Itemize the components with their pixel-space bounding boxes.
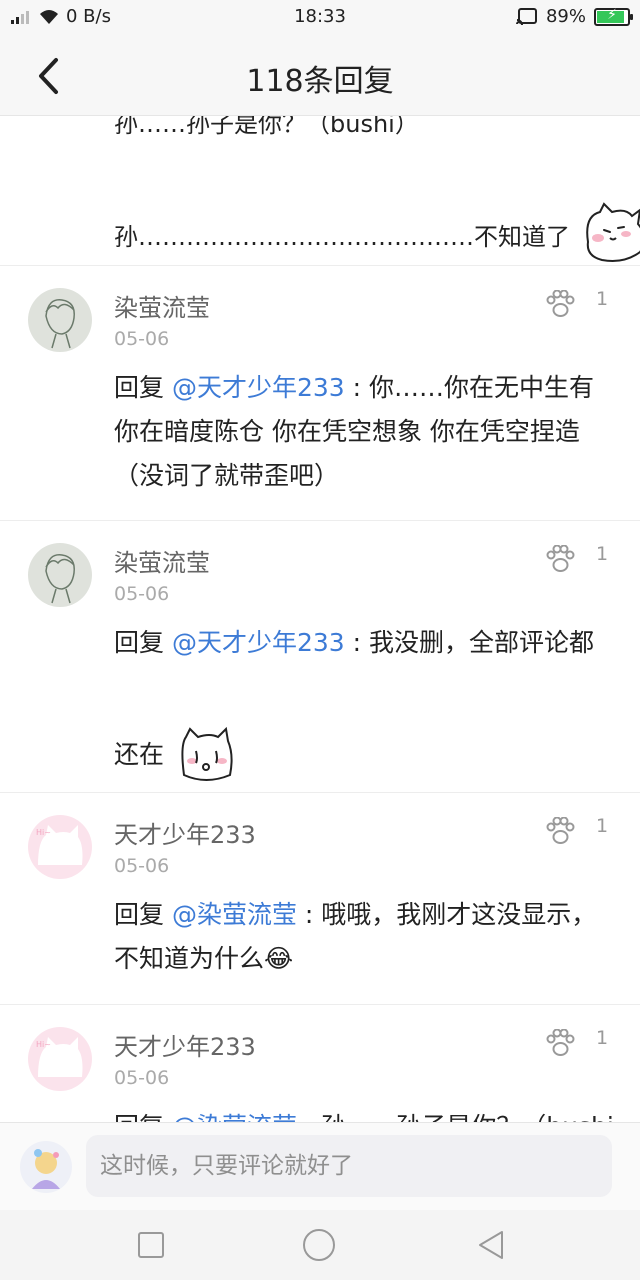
reply-prefix: 回复 <box>114 1112 172 1122</box>
battery-percent: 89% <box>545 6 586 27</box>
comment-text: : 孙……孙子是你？（bushi <box>297 1112 614 1122</box>
avatar[interactable] <box>28 543 92 607</box>
partial-comment-line: 孙……孙子是你？（bushi） <box>114 116 419 138</box>
comment-item: Hi~ 天才少年233 05-06 1 回复 @染萤流莹 : 孙……孙子是你？（… <box>0 1005 640 1122</box>
comment-item: Hi~ 天才少年233 05-06 1 回复 @染萤流莹 : 哦哦，我刚才这没显… <box>0 793 640 1005</box>
user-name[interactable]: 天才少年233 <box>114 1027 256 1062</box>
svg-text:Hi~: Hi~ <box>36 828 51 837</box>
comment-text: 还在 <box>114 740 165 769</box>
comment-date: 05-06 <box>114 328 170 350</box>
comment-body: 回复 @天才少年233 : 你……你在无中生有你在暗度陈仓 你在凭空想象 你在凭… <box>114 366 614 498</box>
comment-text: : 我没删，全部评论都 <box>344 628 594 657</box>
comment-line: 回复 @天才少年233 : 我没删，全部评论都 <box>114 621 614 665</box>
reply-list[interactable]: 孙……孙子是你？（bushi） 孙……………………………………不知道了 染萤流莹… <box>0 116 640 1122</box>
user-name[interactable]: 天才少年233 <box>114 815 256 850</box>
my-avatar[interactable] <box>20 1141 72 1193</box>
comment-date: 05-06 <box>114 855 170 877</box>
comment-date: 05-06 <box>114 1067 170 1089</box>
header: 118条回复 <box>0 34 640 116</box>
comment-date: 05-06 <box>114 583 170 605</box>
cat-sticker-icon <box>586 202 640 262</box>
like-button[interactable] <box>540 813 580 849</box>
svg-text:Hi~: Hi~ <box>36 1040 51 1049</box>
like-count: 1 <box>596 543 609 565</box>
triangle-back-icon <box>479 1231 503 1259</box>
user-name[interactable]: 染萤流莹 <box>114 288 210 323</box>
avatar-cat-icon: Hi~ <box>28 1027 92 1091</box>
page-title: 118条回复 <box>246 64 394 99</box>
status-bar: 0 B/s 18:33 89% ⚡ <box>0 0 640 34</box>
paw-icon <box>546 545 575 572</box>
mention-link[interactable]: @染萤流莹 <box>172 900 297 929</box>
avatar-cat-icon: Hi~ <box>28 815 92 879</box>
partial-comment-text: 孙……………………………………不知道了 <box>114 222 570 251</box>
user-name[interactable]: 染萤流莹 <box>114 543 210 578</box>
comment-item: 染萤流莹 05-06 1 回复 @天才少年233 : 你……你在无中生有你在暗度… <box>0 266 640 521</box>
avatar[interactable]: Hi~ <box>28 815 92 879</box>
comment-body: 回复 @天才少年233 : 我没删，全部评论都 还在 <box>114 621 614 785</box>
laughing-crying-emoji-icon: 😂 <box>264 944 294 973</box>
avatar[interactable]: Hi~ <box>28 1027 92 1091</box>
charging-icon: ⚡ <box>607 6 617 23</box>
avatar-sketch-icon <box>28 543 92 607</box>
square-icon <box>138 1232 164 1258</box>
paw-icon <box>546 1029 575 1056</box>
home-button[interactable] <box>302 1228 336 1262</box>
cat-sticker-icon <box>181 726 233 781</box>
comment-input-bar <box>0 1122 640 1210</box>
partial-comment-line: 孙……………………………………不知道了 <box>114 202 640 266</box>
like-count: 1 <box>596 815 609 837</box>
like-button[interactable] <box>540 286 580 322</box>
mention-link[interactable]: @染萤流莹 <box>172 1112 297 1122</box>
comment-input[interactable] <box>86 1135 612 1197</box>
like-count: 1 <box>596 288 609 310</box>
mention-link[interactable]: @天才少年233 <box>172 373 345 402</box>
recent-apps-button[interactable] <box>134 1228 168 1262</box>
avatar[interactable] <box>28 288 92 352</box>
reply-prefix: 回复 <box>114 900 172 929</box>
like-button[interactable] <box>540 541 580 577</box>
comment-body: 回复 @染萤流莹 : 孙……孙子是你？（bushi <box>114 1105 614 1122</box>
avatar-sketch-icon <box>28 288 92 352</box>
comment-body: 回复 @染萤流莹 : 哦哦，我刚才这没显示，不知道为什么😂 <box>114 893 614 981</box>
status-right: 89% ⚡ <box>515 6 633 27</box>
like-button[interactable] <box>540 1025 580 1061</box>
paw-icon <box>546 817 575 844</box>
my-avatar-icon <box>20 1141 72 1193</box>
like-count: 1 <box>596 1027 609 1049</box>
cast-icon <box>515 7 537 25</box>
comment-item: 染萤流莹 05-06 1 回复 @天才少年233 : 我没删，全部评论都 还在 <box>0 521 640 793</box>
battery-icon: ⚡ <box>594 6 633 26</box>
paw-icon <box>546 290 575 317</box>
comment-line: 还在 <box>114 725 614 785</box>
reply-prefix: 回复 <box>114 373 172 402</box>
partial-comment: 孙……孙子是你？（bushi） 孙……………………………………不知道了 <box>0 116 640 266</box>
mention-link[interactable]: @天才少年233 <box>172 628 345 657</box>
circle-icon <box>303 1229 335 1261</box>
system-back-button[interactable] <box>474 1228 508 1262</box>
system-nav-bar <box>0 1210 640 1280</box>
reply-prefix: 回复 <box>114 628 172 657</box>
